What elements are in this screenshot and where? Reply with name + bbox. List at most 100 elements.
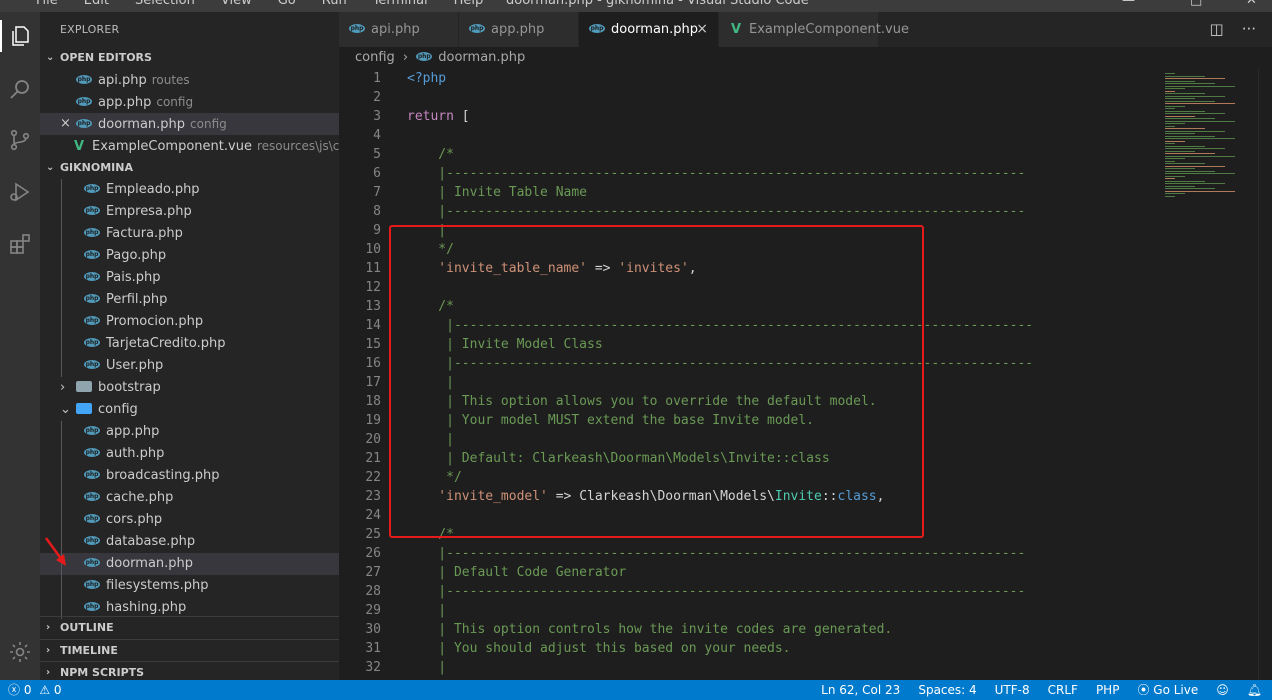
- line-number: 19: [365, 413, 381, 428]
- menu-item-go[interactable]: Go: [278, 0, 296, 8]
- code-token: | This option controls how the invite co…: [407, 622, 893, 637]
- open-editors-header[interactable]: ⌄ OPEN EDITORS: [40, 47, 339, 69]
- line-number: 5: [373, 147, 381, 162]
- tree-file-item[interactable]: php Promocion.php: [40, 311, 339, 333]
- project-header[interactable]: ⌄ GIKNOMINA: [40, 157, 339, 179]
- minimap[interactable]: [1161, 69, 1258, 680]
- open-editor-item[interactable]: php api.php routes: [40, 69, 339, 91]
- tree-file-item[interactable]: php Factura.php: [40, 223, 339, 245]
- cursor-position[interactable]: Ln 62, Col 23: [821, 680, 900, 700]
- vertical-scrollbar[interactable]: [1258, 69, 1272, 680]
- menu-item-file[interactable]: File: [36, 0, 58, 8]
- tree-file-item[interactable]: php filesystems.php: [40, 575, 339, 597]
- menu-item-view[interactable]: View: [221, 0, 252, 8]
- tab-doorman-php[interactable]: php doorman.php ×: [579, 12, 719, 47]
- encoding[interactable]: UTF-8: [995, 680, 1030, 700]
- line-number: 11: [365, 261, 381, 276]
- tab-examplecomponent-vue[interactable]: V ExampleComponent.vue: [719, 12, 909, 47]
- explorer-icon[interactable]: [0, 20, 40, 52]
- tree-file-item[interactable]: php User.php: [40, 355, 339, 377]
- file-path: config: [156, 95, 194, 109]
- extensions-icon[interactable]: [4, 228, 36, 260]
- menu-item-edit[interactable]: Edit: [84, 0, 109, 8]
- menu-item-selection[interactable]: Selection: [135, 0, 195, 8]
- timeline-header[interactable]: › TIMELINE: [40, 639, 339, 661]
- line-number: 2: [373, 90, 381, 105]
- file-name: auth.php: [106, 446, 165, 461]
- manage-gear-icon[interactable]: [4, 636, 36, 668]
- folder-name: config: [98, 402, 138, 417]
- minimap-line: [1165, 73, 1175, 74]
- more-actions-icon[interactable]: ···: [1242, 12, 1256, 47]
- minimap-line: [1165, 98, 1195, 99]
- code-token: | You should adjust this based on your n…: [407, 641, 791, 656]
- tree-file-item[interactable]: php TarjetaCredito.php: [40, 333, 339, 355]
- tree-file-item[interactable]: php doorman.php: [40, 553, 339, 575]
- tree-file-item[interactable]: php broadcasting.php: [40, 465, 339, 487]
- run-debug-icon[interactable]: [4, 176, 36, 208]
- file-name: filesystems.php: [106, 578, 209, 593]
- tree-file-item[interactable]: php cache.php: [40, 487, 339, 509]
- tab-actions: ◫ ···: [1210, 12, 1257, 47]
- open-editor-item[interactable]: × php doorman.php config: [40, 113, 339, 135]
- minimap-line: [1165, 180, 1205, 182]
- minimap-line: [1165, 138, 1235, 139]
- breadcrumb: config › php doorman.php: [339, 47, 525, 69]
- tree-file-item[interactable]: php auth.php: [40, 443, 339, 465]
- tree-file-item[interactable]: php Pais.php: [40, 267, 339, 289]
- php-file-icon: php: [84, 536, 100, 545]
- file-name: Perfil.php: [106, 292, 168, 307]
- tab-app-php[interactable]: php app.php: [459, 12, 579, 47]
- split-editor-icon[interactable]: ◫: [1210, 12, 1224, 47]
- chevron-down-icon: ⌄: [46, 52, 55, 63]
- minimap-line: [1165, 140, 1185, 142]
- open-editor-item[interactable]: php app.php config: [40, 91, 339, 113]
- menu-item-help[interactable]: Help: [454, 0, 484, 8]
- open-editors-list: php api.php routes php app.php config × php door…: [40, 69, 339, 157]
- php-file-icon: php: [76, 97, 92, 106]
- close-icon[interactable]: ×: [60, 113, 71, 135]
- outline-header[interactable]: › OUTLINE: [40, 617, 339, 639]
- feedback-icon[interactable]: ☺: [1216, 680, 1229, 700]
- file-name: Pago.php: [106, 248, 167, 263]
- tree-folder-config[interactable]: ⌄ config: [40, 399, 339, 421]
- notifications-bell-icon[interactable]: 🔔︎: [1247, 680, 1262, 700]
- tree-file-item[interactable]: php Empresa.php: [40, 201, 339, 223]
- tree-file-item[interactable]: php Empleado.php: [40, 179, 339, 201]
- source-control-icon[interactable]: [4, 124, 36, 156]
- tree-file-item[interactable]: php Perfil.php: [40, 289, 339, 311]
- indent-guide: [61, 355, 62, 377]
- close-icon[interactable]: ×: [696, 12, 708, 47]
- indentation[interactable]: Spaces: 4: [918, 680, 976, 700]
- php-file-icon: php: [84, 294, 100, 303]
- php-file-icon: php: [84, 360, 100, 369]
- tree-file-item[interactable]: php cors.php: [40, 509, 339, 531]
- line-number: 14: [365, 318, 381, 333]
- tree-file-item[interactable]: php database.php: [40, 531, 339, 553]
- tree-folder-bootstrap[interactable]: › bootstrap: [40, 377, 339, 399]
- line-number: 4: [373, 128, 381, 143]
- maximize-icon[interactable]: □: [1190, 0, 1202, 8]
- tree-file-item[interactable]: php Pago.php: [40, 245, 339, 267]
- open-editor-item[interactable]: V ExampleComponent.vue resources\js\com...: [40, 135, 339, 157]
- minimap-line: [1165, 190, 1235, 192]
- line-number: 31: [365, 641, 381, 656]
- explorer-sidebar: EXPLORER ⌄ OPEN EDITORS php api.php routes p…: [40, 12, 339, 680]
- breadcrumb-folder[interactable]: config: [355, 50, 395, 65]
- tab-api-php[interactable]: php api.php: [339, 12, 459, 47]
- menu-item-terminal[interactable]: Terminal: [373, 0, 428, 8]
- language-mode[interactable]: PHP: [1096, 680, 1120, 700]
- npm-scripts-header[interactable]: › NPM SCRIPTS: [40, 661, 339, 680]
- go-live-button[interactable]: ⦿ Go Live: [1137, 680, 1198, 700]
- menu-item-run[interactable]: Run: [322, 0, 347, 8]
- file-name: doorman.php: [98, 117, 186, 132]
- line-ending[interactable]: CRLF: [1048, 680, 1078, 700]
- search-icon[interactable]: [4, 74, 36, 106]
- tree-file-item[interactable]: php app.php: [40, 421, 339, 443]
- minimize-icon[interactable]: —: [1122, 0, 1135, 8]
- close-window-icon[interactable]: ✕: [1246, 0, 1257, 8]
- breadcrumb-file[interactable]: doorman.php: [438, 50, 525, 65]
- minimap-line: [1165, 135, 1215, 137]
- problems-indicator[interactable]: ⓧ 0 ⚠ 0: [8, 680, 62, 700]
